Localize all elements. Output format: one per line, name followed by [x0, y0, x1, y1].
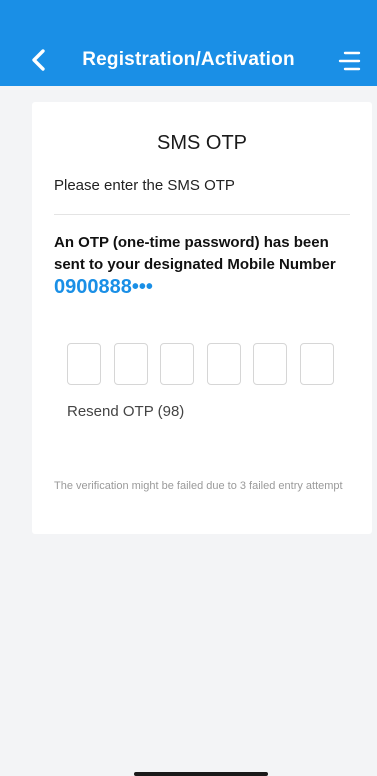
page-title: Registration/Activation — [82, 49, 295, 70]
resend-otp-button[interactable]: Resend OTP (98) — [67, 403, 184, 420]
otp-digit-5[interactable] — [253, 343, 287, 385]
mobile-number: 0900888••• — [54, 276, 153, 298]
otp-digit-6[interactable] — [300, 343, 334, 385]
otp-message-text: An OTP (one-time password) has been sent… — [54, 234, 336, 273]
divider — [54, 214, 350, 215]
menu-icon — [338, 51, 361, 71]
otp-digit-4[interactable] — [207, 343, 241, 385]
otp-digit-3[interactable] — [160, 343, 194, 385]
verification-notice: The verification might be failed due to … — [54, 480, 343, 492]
card-title: SMS OTP — [156, 132, 247, 154]
otp-card: SMS OTP Please enter the SMS OTP An OTP … — [32, 102, 372, 534]
card-subtitle: Please enter the SMS OTP — [54, 177, 235, 194]
home-indicator — [134, 772, 268, 776]
otp-digit-2[interactable] — [114, 343, 148, 385]
menu-button[interactable] — [337, 50, 361, 72]
app-header: Registration/Activation — [0, 0, 377, 86]
otp-message: An OTP (one-time password) has been sent… — [54, 232, 354, 300]
otp-digit-1[interactable] — [67, 343, 101, 385]
